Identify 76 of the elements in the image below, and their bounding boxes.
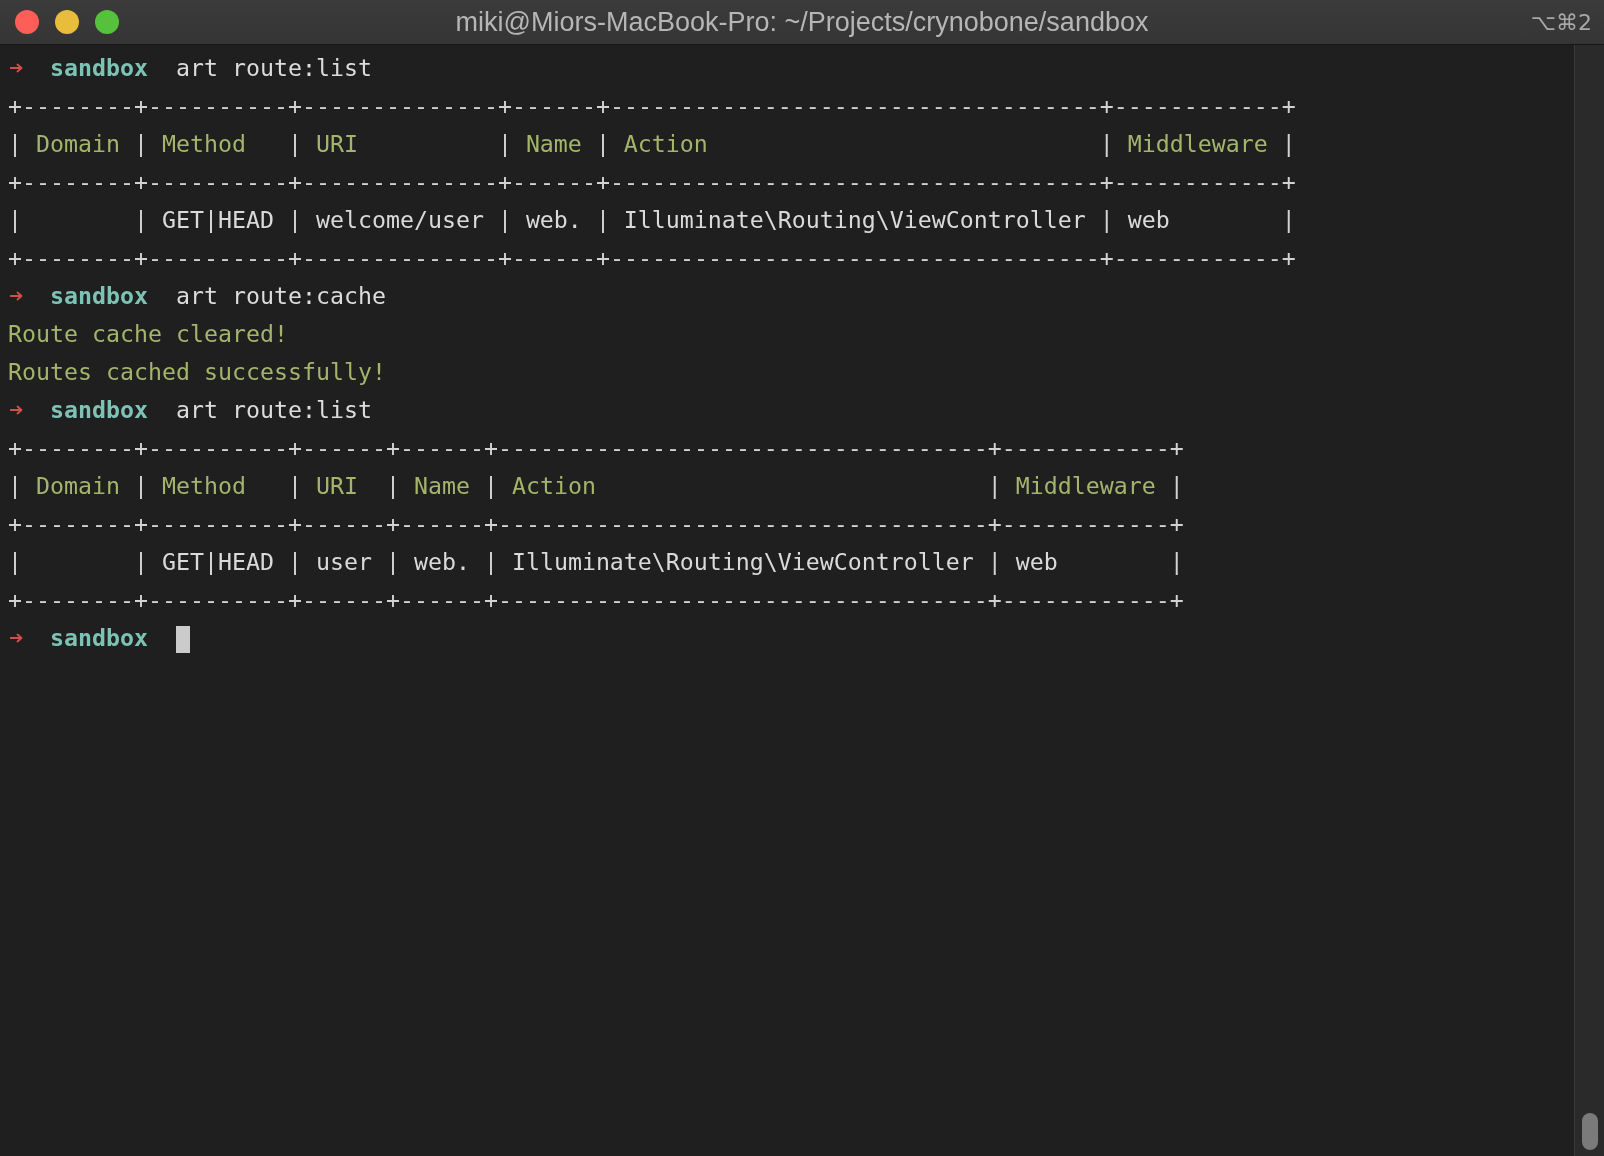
column-header: Middleware [1127,129,1268,157]
column-header: Action [511,471,596,499]
table-cell: GET|HEAD [161,205,274,233]
command-text: art route:list [175,394,372,425]
column-divider: | [133,470,148,501]
table-cell: welcome/user [315,205,484,233]
column-divider: | [987,470,1002,501]
command-text: art route:cache [175,280,386,311]
column-header: Method [161,129,246,157]
column-divider: | [385,546,400,577]
column-header: URI [315,471,358,499]
column-header: Method [161,471,246,499]
column-divider: | [8,204,22,235]
column-header: Middleware [1015,471,1156,499]
column-divider: | [1281,128,1296,159]
column-divider: | [287,128,302,159]
prompt-directory: sandbox [50,52,148,83]
table-rule: +--------+----------+------+------+-----------------------------------+------------+ [8,584,1184,615]
arrow-icon [10,290,23,301]
column-divider: | [1099,204,1114,235]
table-rule: +--------+----------+------+------+-----------------------------------+------------+ [8,432,1184,463]
column-header: URI [315,129,358,157]
column-divider: | [483,546,498,577]
column-divider: | [1169,470,1184,501]
table-cell: user [315,547,372,575]
column-divider: | [8,128,22,159]
column-divider: | [987,546,1002,577]
table-rule: +--------+----------+--------------+------+-----------------------------------+------------+ [8,90,1296,121]
column-divider: | [595,128,610,159]
arrow-icon [10,632,23,643]
table-cell: web. [525,205,582,233]
arrow-icon [10,62,23,73]
column-header: Name [525,129,582,157]
table-cell: web. [413,547,470,575]
column-header: Domain [36,129,120,157]
column-divider: | [133,546,148,577]
column-divider: | [1099,128,1114,159]
arrow-icon [10,404,23,415]
prompt-directory: sandbox [50,622,148,653]
column-header: Domain [36,471,120,499]
table-cell: Illuminate\Routing\ViewController [623,205,1086,233]
scrollbar-thumb[interactable] [1581,1113,1598,1150]
output-text: Route cache cleared! [8,318,288,349]
table-cell: web [1015,547,1058,575]
table-cell: Illuminate\Routing\ViewController [511,547,974,575]
column-divider: | [287,470,302,501]
column-divider: | [1281,204,1296,235]
column-divider: | [8,546,22,577]
column-header: Name [413,471,470,499]
column-divider: | [385,470,400,501]
prompt-directory: sandbox [50,394,148,425]
scrollbar[interactable] [1574,45,1604,1156]
column-divider: | [8,470,22,501]
column-divider: | [483,470,498,501]
column-divider: | [497,128,512,159]
prompt-directory: sandbox [50,280,148,311]
close-button[interactable] [15,10,39,34]
column-divider: | [133,204,148,235]
window-title: miki@Miors-MacBook-Pro: ~/Projects/crynobone/sandbox [455,6,1149,38]
table-cell: GET|HEAD [161,547,274,575]
minimize-button[interactable] [55,10,79,34]
column-divider: | [287,546,302,577]
column-divider: | [133,128,148,159]
column-divider: | [497,204,512,235]
column-divider: | [1169,546,1184,577]
table-rule: +--------+----------+--------------+------+-----------------------------------+------------+ [8,242,1296,273]
keyboard-shortcut: ⌥⌘2 [1530,9,1593,35]
table-rule: +--------+----------+--------------+------+-----------------------------------+------------+ [8,166,1296,197]
column-header: Action [623,129,708,157]
zoom-button[interactable] [95,10,119,34]
table-rule: +--------+----------+------+------+-----------------------------------+------------+ [8,508,1184,539]
table-cell: web [1127,205,1170,233]
column-divider: | [595,204,610,235]
command-text: art route:list [175,52,372,83]
output-text: Routes cached successfully! [8,356,386,387]
column-divider: | [287,204,302,235]
